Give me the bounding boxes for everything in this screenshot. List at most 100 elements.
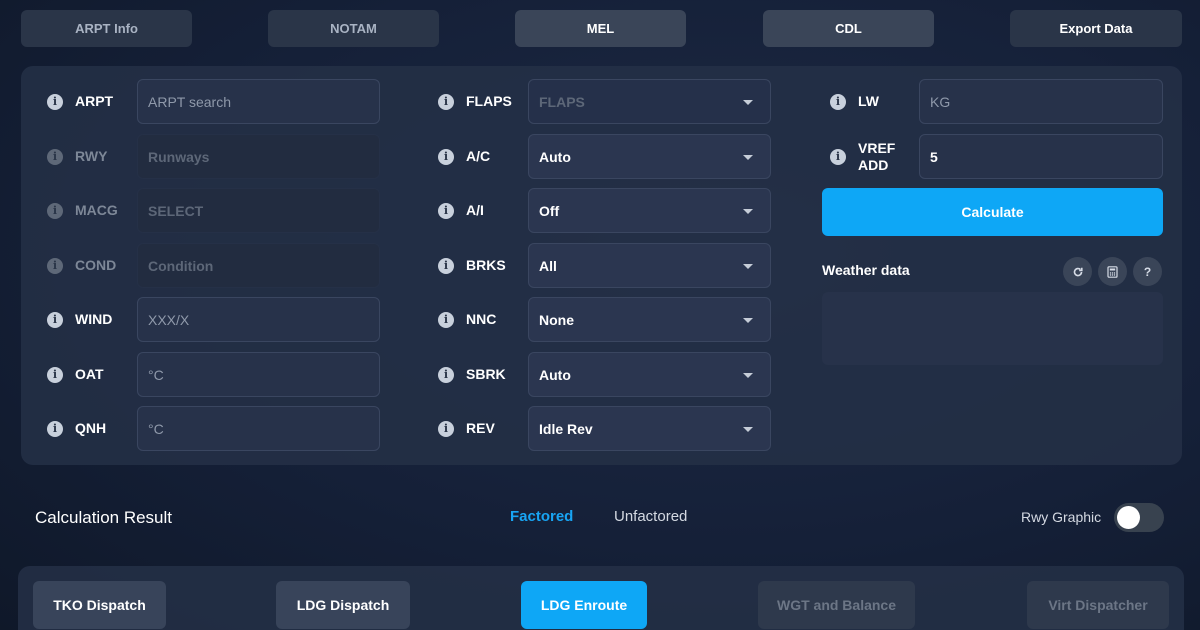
arpt-search-input[interactable]: ARPT search xyxy=(137,79,380,124)
ldg-enroute-button[interactable]: LDG Enroute xyxy=(521,581,647,629)
info-icon[interactable]: i xyxy=(47,148,63,165)
oat-label: OAT xyxy=(75,366,104,382)
sbrk-row: i SBRK xyxy=(438,352,506,397)
ac-label: A/C xyxy=(466,148,491,164)
rwy-graphic-label: Rwy Graphic xyxy=(1021,509,1102,525)
nnc-value: None xyxy=(539,311,574,328)
rev-value: Idle Rev xyxy=(539,420,593,437)
condition-select: Condition xyxy=(137,243,380,288)
tab-factored[interactable]: Factored xyxy=(510,508,573,525)
rwy-row: i RWY xyxy=(47,134,107,179)
info-icon[interactable]: i xyxy=(438,202,454,219)
help-icon[interactable]: ? xyxy=(1133,257,1162,286)
tab-mel[interactable]: MEL xyxy=(515,10,686,47)
arpt-row: i ARPT xyxy=(47,79,113,124)
vref-add-label: VREF ADD xyxy=(858,140,895,174)
rwy-graphic-toggle[interactable] xyxy=(1114,503,1164,532)
info-icon[interactable]: i xyxy=(47,93,63,110)
flaps-label: FLAPS xyxy=(466,93,512,109)
brks-select[interactable]: All xyxy=(528,243,771,288)
chevron-down-icon xyxy=(743,155,753,160)
rwy-label: RWY xyxy=(75,148,108,164)
flaps-select: FLAPS xyxy=(528,79,771,124)
info-icon[interactable]: i xyxy=(438,311,454,328)
chevron-down-icon xyxy=(743,373,753,378)
virt-dispatcher-button: Virt Dispatcher xyxy=(1027,581,1169,629)
macg-select: SELECT xyxy=(137,188,380,233)
calculator-icon[interactable] xyxy=(1098,257,1127,286)
nnc-select[interactable]: None xyxy=(528,297,771,342)
info-icon[interactable]: i xyxy=(47,257,63,274)
ai-select[interactable]: Off xyxy=(528,188,771,233)
calculate-button[interactable]: Calculate xyxy=(822,188,1163,236)
chevron-down-icon xyxy=(743,209,753,214)
macg-label: MACG xyxy=(75,202,118,218)
calculation-result-title: Calculation Result xyxy=(35,508,173,527)
rev-label: REV xyxy=(466,420,495,436)
wind-row: i WIND xyxy=(47,297,112,342)
tab-cdl[interactable]: CDL xyxy=(763,10,934,47)
macg-row: i MACG xyxy=(47,188,118,233)
top-tab-bar: ARPT Info NOTAM MEL CDL Export Data xyxy=(21,10,1182,47)
vref-label-line2: ADD xyxy=(858,156,889,173)
arpt-label: ARPT xyxy=(75,93,114,109)
lw-label: LW xyxy=(858,93,879,109)
brks-row: i BRKS xyxy=(438,243,506,288)
ac-select[interactable]: Auto xyxy=(528,134,771,179)
sbrk-select[interactable]: Auto xyxy=(528,352,771,397)
info-icon[interactable]: i xyxy=(47,366,63,383)
sbrk-label: SBRK xyxy=(466,366,506,382)
info-icon[interactable]: i xyxy=(47,202,63,219)
info-icon[interactable]: i xyxy=(47,311,63,328)
toggle-knob xyxy=(1117,506,1140,529)
ai-value: Off xyxy=(539,202,560,219)
refresh-icon[interactable] xyxy=(1063,257,1092,286)
info-icon[interactable]: i xyxy=(47,420,63,437)
vref-label-line1: VREF xyxy=(858,139,896,156)
info-icon[interactable]: i xyxy=(830,148,846,165)
rev-select[interactable]: Idle Rev xyxy=(528,406,771,451)
qnh-input[interactable]: °C xyxy=(137,406,380,451)
export-data-button[interactable]: Export Data xyxy=(1010,10,1182,47)
wind-input[interactable]: XXX/X xyxy=(137,297,380,342)
tko-dispatch-button[interactable]: TKO Dispatch xyxy=(33,581,166,629)
tab-arpt-info[interactable]: ARPT Info xyxy=(21,10,192,47)
oat-input[interactable]: °C xyxy=(137,352,380,397)
info-icon[interactable]: i xyxy=(438,257,454,274)
weather-data-label: Weather data xyxy=(822,262,910,278)
info-icon[interactable]: i xyxy=(438,148,454,165)
oat-row: i OAT xyxy=(47,352,104,397)
sbrk-value: Auto xyxy=(539,366,571,383)
rev-row: i REV xyxy=(438,406,495,451)
info-icon[interactable]: i xyxy=(438,366,454,383)
chevron-down-icon xyxy=(743,264,753,269)
runways-select: Runways xyxy=(137,134,380,179)
vref-add-input[interactable]: 5 xyxy=(919,134,1163,179)
nnc-row: i NNC xyxy=(438,297,496,342)
bottom-nav-bar: TKO Dispatch LDG Dispatch LDG Enroute WG… xyxy=(18,566,1184,630)
chevron-down-icon xyxy=(743,100,753,105)
weather-data-box[interactable] xyxy=(822,292,1163,365)
brks-label: BRKS xyxy=(466,257,506,273)
cond-row: i COND xyxy=(47,243,116,288)
chevron-down-icon xyxy=(743,427,753,432)
tab-unfactored[interactable]: Unfactored xyxy=(614,508,687,525)
chevron-down-icon xyxy=(743,318,753,323)
info-icon[interactable]: i xyxy=(438,420,454,437)
info-icon[interactable]: i xyxy=(830,93,846,110)
ac-row: i A/C xyxy=(438,134,490,179)
flaps-row: i FLAPS xyxy=(438,79,512,124)
qnh-label: QNH xyxy=(75,420,107,436)
cond-label: COND xyxy=(75,257,117,273)
wind-label: WIND xyxy=(75,311,113,327)
qnh-row: i QNH xyxy=(47,406,106,451)
tab-notam[interactable]: NOTAM xyxy=(268,10,439,47)
lw-input[interactable]: KG xyxy=(919,79,1163,124)
wgt-and-balance-button: WGT and Balance xyxy=(758,581,915,629)
nnc-label: NNC xyxy=(466,311,497,327)
brks-value: All xyxy=(539,257,557,274)
ai-label: A/I xyxy=(466,202,484,218)
ldg-dispatch-button[interactable]: LDG Dispatch xyxy=(276,581,410,629)
info-icon[interactable]: i xyxy=(438,93,454,110)
vref-add-row: i VREF ADD xyxy=(830,134,895,179)
